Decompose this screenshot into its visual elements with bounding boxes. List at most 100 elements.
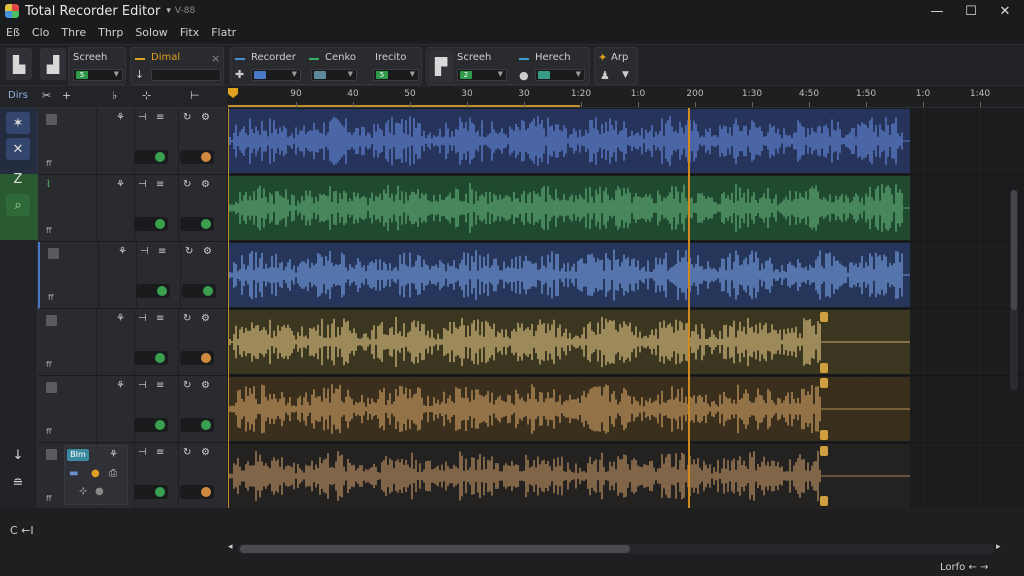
track-loop-icon[interactable]: ↻ [183, 179, 191, 190]
toolbar-field[interactable]: ▼ [535, 69, 585, 81]
chevron-down-icon[interactable]: ▼ [114, 70, 119, 78]
screen-button[interactable]: ▛ [429, 50, 453, 82]
title-dropdown-icon[interactable]: ▾ [166, 6, 171, 16]
track-mute-toggle[interactable] [134, 485, 168, 499]
record-icon[interactable]: ● [519, 69, 529, 82]
track-pan-icon[interactable]: ⊣ [140, 246, 149, 257]
select-tool-button[interactable]: ✶ [6, 112, 30, 134]
track-loop-icon[interactable]: ↻ [183, 447, 191, 458]
track-loop-icon[interactable]: ↻ [183, 112, 191, 123]
arrow-down-icon[interactable]: ↓ [135, 68, 144, 81]
track-menu-icon[interactable]: ≡ [156, 380, 164, 391]
new-file-button[interactable]: ▙ [6, 48, 32, 80]
track-lane[interactable] [228, 309, 1024, 376]
plus-icon[interactable]: + [62, 89, 71, 102]
track-settings-icon[interactable]: ⚙ [201, 380, 210, 391]
menu-item-5[interactable]: Fitx [174, 26, 205, 39]
track-mute-toggle[interactable] [134, 217, 168, 231]
track-pan-icon[interactable]: ⊣ [138, 313, 147, 324]
chevron-down-icon[interactable]: ▼ [292, 70, 297, 78]
track-select-checkbox[interactable] [46, 114, 57, 125]
playhead[interactable] [688, 108, 690, 508]
snap-icon[interactable]: ⊢ [190, 89, 200, 102]
plus-icon[interactable]: ✚ [235, 68, 244, 81]
track-select-checkbox[interactable] [46, 382, 57, 393]
track-menu-icon[interactable]: ≡ [156, 112, 164, 123]
audio-clip[interactable] [228, 377, 910, 441]
horizontal-scrollbar[interactable] [238, 544, 994, 554]
menu-item-4[interactable]: Solow [129, 26, 174, 39]
track-header[interactable]: ⌇ ⚘ ⊣ ≡ ↻ ⚙ ff [38, 175, 228, 242]
track-header[interactable]: ⚘ ⊣ ≡ ↻ ⚙ ff [38, 376, 228, 443]
track-mute-toggle[interactable] [134, 150, 168, 164]
track-fx-icon[interactable]: ⚘ [109, 449, 118, 460]
envelope-tool-button[interactable]: Z [6, 168, 30, 190]
mic-icon[interactable]: ♟ [600, 69, 610, 82]
track-mute-toggle[interactable] [134, 418, 168, 432]
track-settings-icon[interactable]: ⚙ [203, 246, 212, 257]
track-pan-icon[interactable]: ⊹ [79, 486, 87, 497]
timeline-area[interactable] [228, 108, 1024, 508]
audio-clip[interactable] [228, 243, 910, 307]
toolbar-group-1[interactable]: Dimal × ↓ [130, 47, 224, 85]
toolbar-field[interactable]: ▼ [251, 69, 301, 81]
toolbar-group-recorder[interactable]: Recorder Cenko Irecito ✚ ▼ ▼ 5 ▼ [230, 47, 422, 85]
track-lane[interactable] [228, 376, 1024, 443]
audio-clip[interactable] [228, 444, 910, 508]
timeline-ruler[interactable]: 90405030301:201:02001:304:501:501:01:402… [228, 86, 1024, 108]
track-pan-icon[interactable]: ⊣ [138, 447, 147, 458]
height-icon[interactable]: ♭ [112, 89, 117, 102]
track-menu-icon[interactable]: ≡ [156, 179, 164, 190]
clip-fade-handle[interactable] [820, 430, 828, 440]
track-lane[interactable] [228, 108, 1024, 175]
speech-tool-button[interactable]: ≘ [6, 472, 30, 494]
track-fx-icon[interactable]: ⚘ [116, 179, 125, 190]
start-marker-icon[interactable] [228, 88, 238, 98]
clip-fade-handle[interactable] [820, 446, 828, 456]
menu-item-2[interactable]: Thre [55, 26, 92, 39]
track-extra-panel[interactable]: BIm ⚘ ▬ ● ⎙ ⊹ ● [64, 445, 128, 505]
chevron-down-icon[interactable]: ▼ [498, 70, 503, 78]
track-select-checkbox[interactable] [48, 248, 59, 259]
track-settings-icon[interactable]: ⚙ [201, 447, 210, 458]
track-select-checkbox[interactable] [46, 315, 57, 326]
clip-fade-handle[interactable] [820, 496, 828, 506]
record-icon[interactable]: ● [91, 468, 100, 479]
track-menu-icon[interactable]: ≡ [156, 313, 164, 324]
track-pan-icon[interactable]: ⊣ [138, 179, 147, 190]
zoom-tool-button[interactable]: ⌕ [6, 194, 30, 216]
track-pan-icon[interactable]: ⊣ [138, 380, 147, 391]
cut-icon[interactable]: ✂ [42, 89, 51, 102]
toolbar-group-arp[interactable]: ✦ Arp ♟ ▼ [594, 47, 638, 85]
split-tool-button[interactable]: ✕ [6, 138, 30, 160]
maximize-icon[interactable]: ☐ [954, 0, 988, 22]
track-solo-toggle[interactable] [180, 418, 214, 432]
close-icon[interactable]: × [211, 52, 220, 65]
track-settings-icon[interactable]: ⚙ [201, 112, 210, 123]
track-header[interactable]: ⚘ ⊣ ≡ ↻ ⚙ ff [38, 309, 228, 376]
toolbar-field[interactable]: 5 ▼ [73, 69, 123, 81]
toolbar-group-0[interactable]: Screeh 5 ▼ [68, 47, 126, 85]
vertical-scrollbar[interactable] [1010, 190, 1018, 390]
close-icon[interactable]: ✕ [988, 0, 1022, 22]
track-settings-icon[interactable]: ⚙ [201, 179, 210, 190]
audio-clip[interactable] [228, 176, 910, 240]
toolbar-group-screen[interactable]: ▛ Screeh 2 ▼ Herech ● ▼ [426, 47, 590, 85]
menu-item-0[interactable]: Eß [0, 26, 26, 39]
menu-item-3[interactable]: Thrp [92, 26, 129, 39]
audio-clip[interactable] [228, 109, 910, 173]
menu-item-1[interactable]: Clo [26, 26, 55, 39]
toolbar-field[interactable]: 2 ▼ [457, 69, 507, 81]
toolbar-field[interactable] [151, 69, 221, 81]
chevron-down-icon[interactable]: ▼ [410, 70, 415, 78]
track-select-checkbox[interactable] [46, 449, 57, 460]
mixer-icon[interactable]: ⊹ [142, 89, 151, 102]
track-header[interactable]: ⚘ ⊣ ≡ ↻ ⚙ ff [38, 108, 228, 175]
chevron-down-icon[interactable]: ▼ [576, 70, 581, 78]
chevron-down-icon[interactable]: ▼ [348, 70, 353, 78]
track-loop-icon[interactable]: ↻ [183, 380, 191, 391]
track-menu-icon[interactable]: ≡ [158, 246, 166, 257]
toolbar-field[interactable]: ▼ [311, 69, 357, 81]
track-clip-icon[interactable]: ▬ [69, 468, 78, 479]
track-fx-icon[interactable]: ⚘ [116, 112, 125, 123]
